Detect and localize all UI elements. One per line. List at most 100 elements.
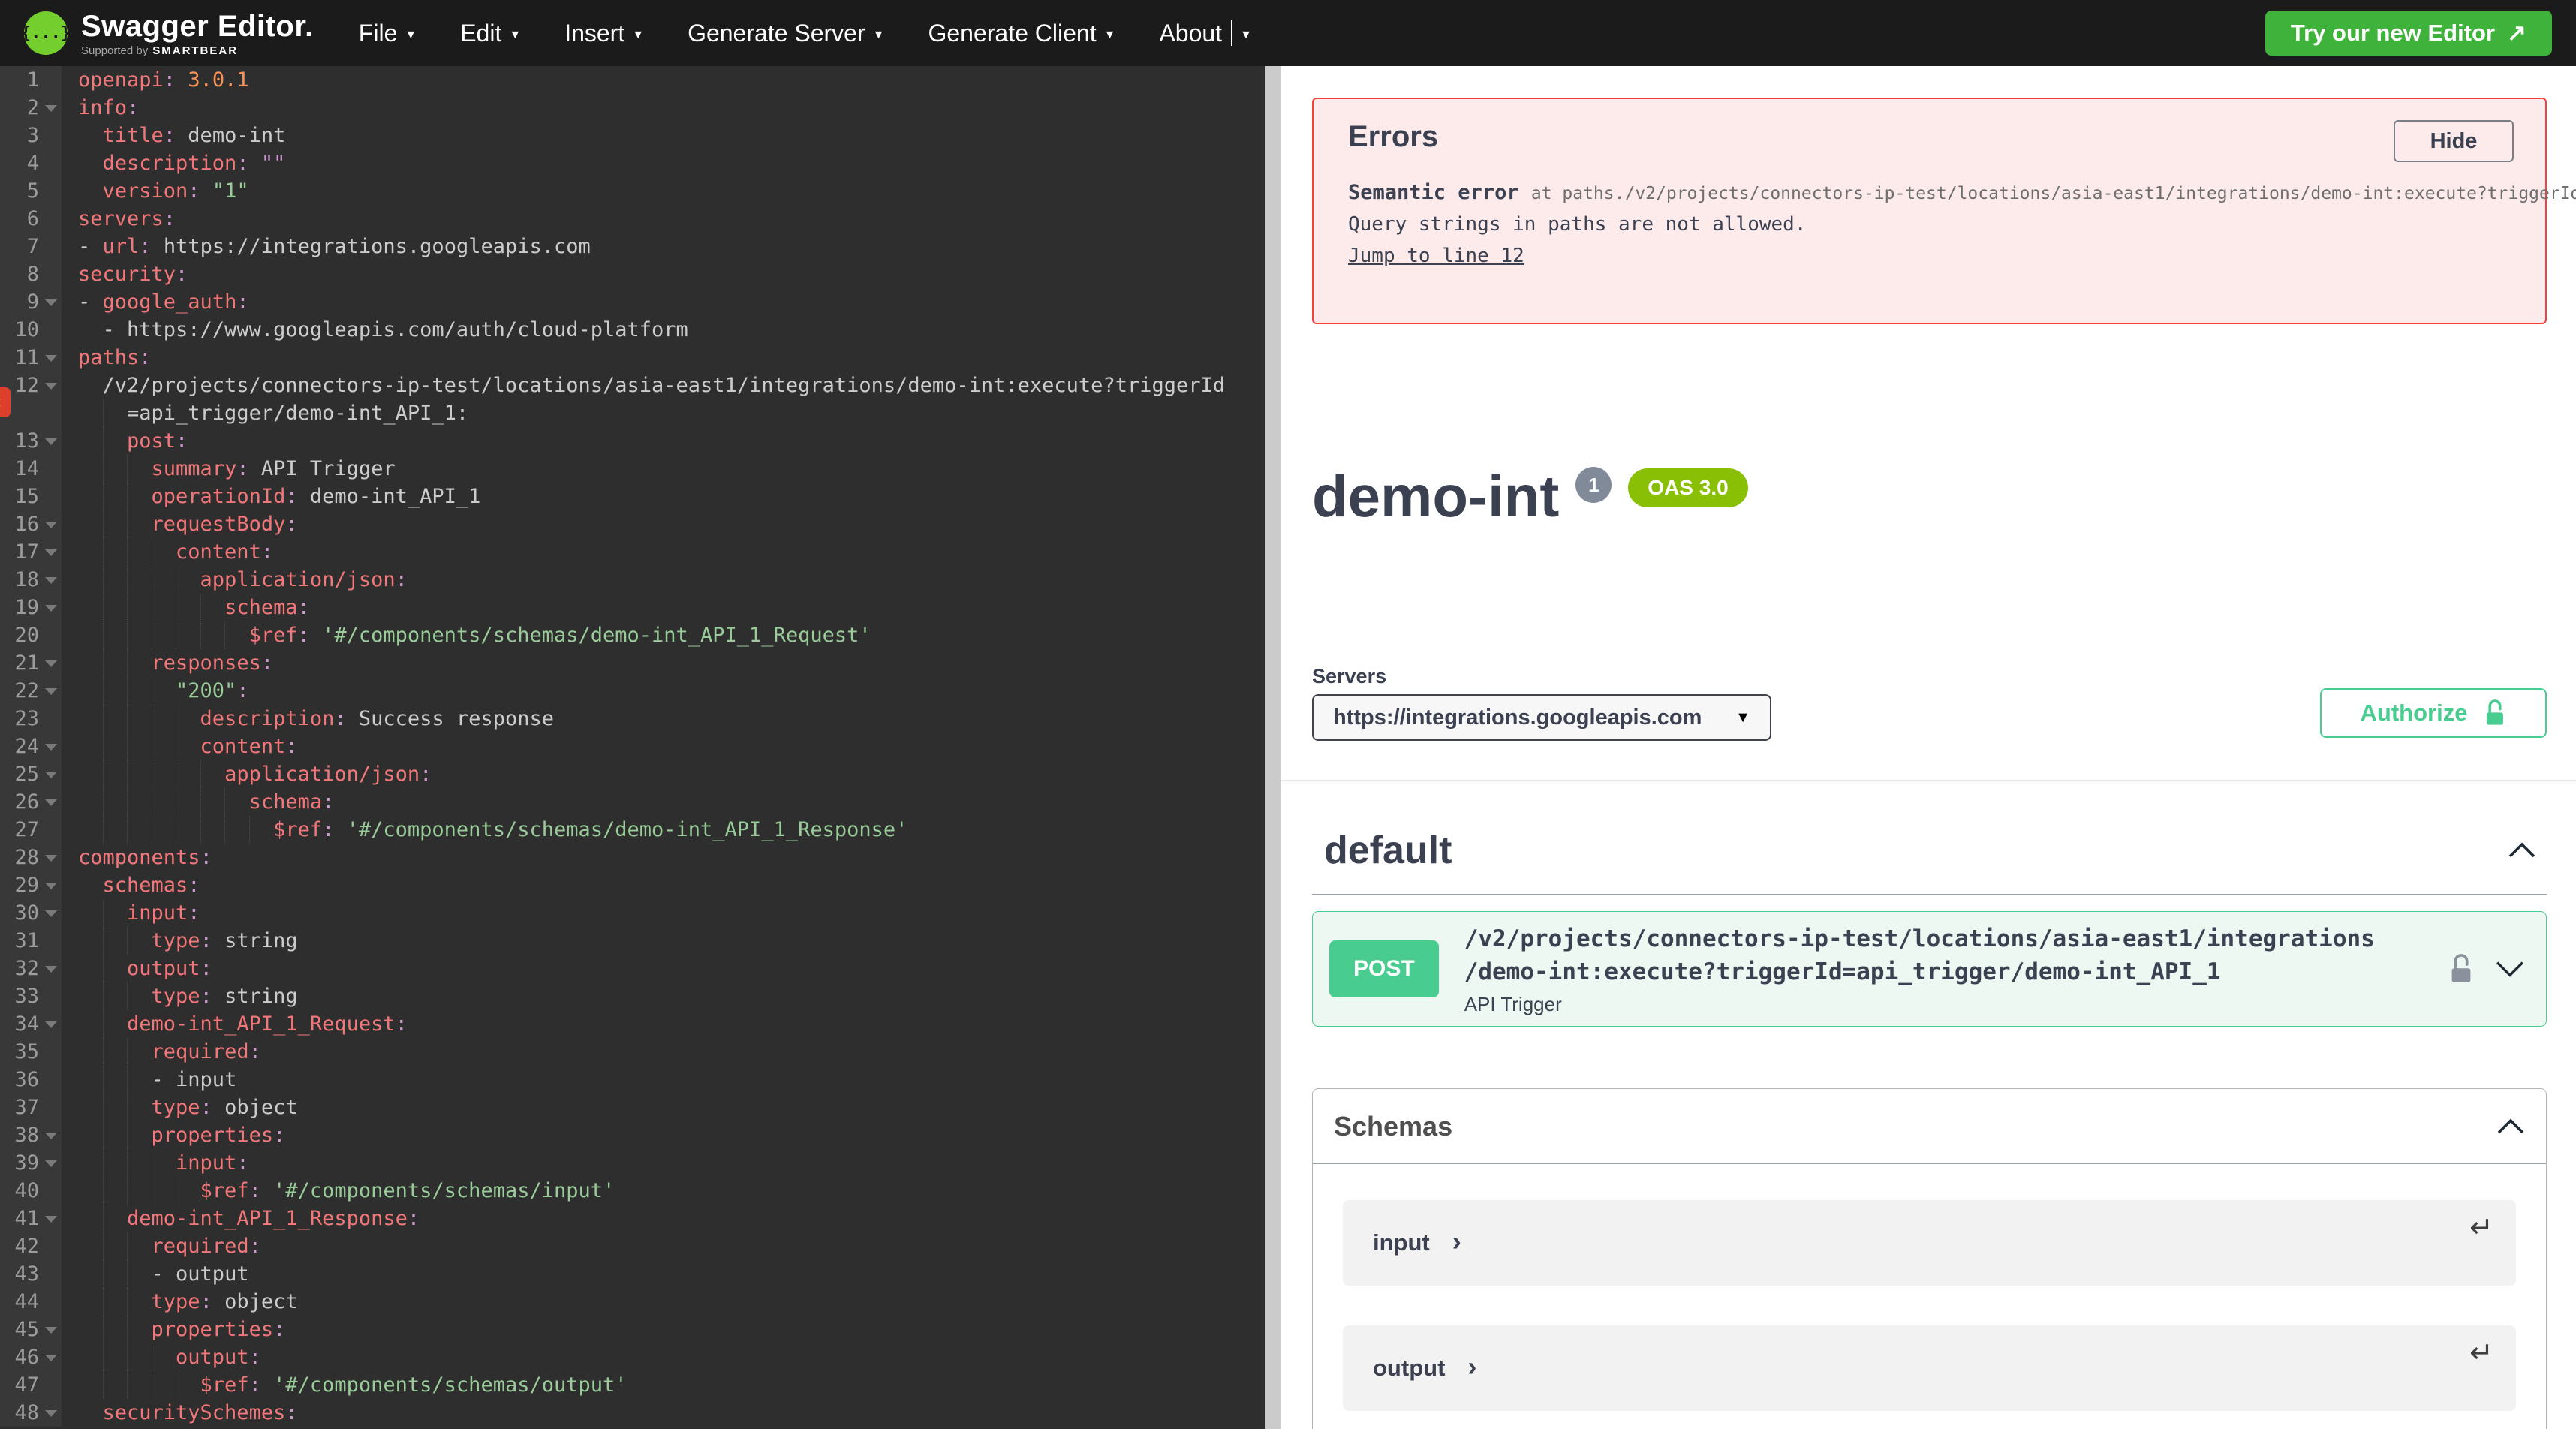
collapse-chevron-up-icon[interactable] <box>2496 1118 2525 1135</box>
code-line[interactable]: - input <box>62 1066 1265 1094</box>
code-line[interactable]: application/json: <box>62 566 1265 594</box>
code-line[interactable]: description: "" <box>62 149 1265 177</box>
code-line[interactable]: paths: <box>62 344 1265 372</box>
expand-chevron-down-icon[interactable] <box>2495 960 2525 978</box>
code-line[interactable]: $ref: '#/components/schemas/output' <box>62 1371 1265 1399</box>
code-line[interactable]: type: object <box>62 1094 1265 1121</box>
fold-caret-icon[interactable] <box>45 1021 57 1028</box>
fold-caret-icon[interactable] <box>45 1133 57 1139</box>
code-line[interactable]: =api_trigger/demo-int_API_1: <box>62 399 1265 427</box>
code-line[interactable]: schema: <box>62 788 1265 816</box>
fold-caret-icon[interactable] <box>45 855 57 862</box>
code-line[interactable]: input: <box>62 1149 1265 1177</box>
code-line[interactable]: type: object <box>62 1288 1265 1316</box>
fold-caret-icon[interactable] <box>45 688 57 695</box>
fold-caret-icon[interactable] <box>45 605 57 612</box>
code-line[interactable]: content: <box>62 733 1265 760</box>
code-line[interactable]: required: <box>62 1038 1265 1066</box>
try-new-editor-button[interactable]: Try our new Editor ↗ <box>2265 11 2552 56</box>
fold-caret-icon[interactable] <box>45 383 57 390</box>
fold-caret-icon[interactable] <box>45 744 57 751</box>
code-line[interactable]: operationId: demo-int_API_1 <box>62 483 1265 510</box>
code-line[interactable]: schema: <box>62 594 1265 621</box>
editor-line: 20 $ref: '#/components/schemas/demo-int_A… <box>0 621 1265 649</box>
fold-caret-icon[interactable] <box>45 772 57 778</box>
return-icon[interactable]: ↵ <box>2469 1336 2493 1370</box>
post-operation-row[interactable]: POST /v2/projects/connectors-ip-test/loc… <box>1312 911 2547 1027</box>
code-line[interactable]: input: <box>62 899 1265 927</box>
schema-row-output[interactable]: output › ↵ <box>1343 1325 2516 1411</box>
code-line[interactable]: - google_auth: <box>62 288 1265 316</box>
code-line[interactable]: content: <box>62 538 1265 566</box>
menu-file[interactable]: File ▼ <box>359 20 417 47</box>
fold-caret-icon[interactable] <box>45 355 57 362</box>
return-icon[interactable]: ↵ <box>2469 1211 2493 1244</box>
code-line[interactable]: summary: API Trigger <box>62 455 1265 483</box>
code-line[interactable]: securitySchemes: <box>62 1399 1265 1427</box>
menu-insert[interactable]: Insert ▼ <box>564 20 644 47</box>
code-line[interactable]: version: "1" <box>62 177 1265 205</box>
code-line[interactable]: openapi: 3.0.1 <box>62 66 1265 94</box>
menu-generate-server[interactable]: Generate Server ▼ <box>688 20 884 47</box>
fold-caret-icon[interactable] <box>45 577 57 584</box>
code-line[interactable]: "200": <box>62 677 1265 705</box>
yaml-code-editor[interactable]: 1 openapi: 3.0.1 2 info: 3 title: demo-int 4 de… <box>0 66 1265 1429</box>
code-line[interactable]: components: <box>62 844 1265 871</box>
code-line[interactable]: description: Success response <box>62 705 1265 733</box>
code-line[interactable]: required: <box>62 1232 1265 1260</box>
fold-caret-icon[interactable] <box>45 1410 57 1417</box>
fold-caret-icon[interactable] <box>45 1355 57 1361</box>
fold-caret-icon[interactable] <box>45 910 57 917</box>
code-line[interactable]: $ref: '#/components/schemas/demo-int_API… <box>62 621 1265 649</box>
collapse-chevron-up-icon[interactable] <box>2508 842 2536 859</box>
code-line[interactable]: info: <box>62 94 1265 122</box>
fold-caret-icon[interactable] <box>45 1160 57 1167</box>
editor-line: 27 $ref: '#/components/schemas/demo-int_A… <box>0 816 1265 844</box>
lock-unlocked-icon[interactable] <box>2448 953 2474 985</box>
code-line[interactable]: title: demo-int <box>62 122 1265 149</box>
code-line[interactable]: schemas: <box>62 871 1265 899</box>
schema-row-input[interactable]: input › ↵ <box>1343 1200 2516 1286</box>
code-line[interactable]: output: <box>62 955 1265 982</box>
code-line[interactable]: $ref: '#/components/schemas/input' <box>62 1177 1265 1205</box>
authorize-button[interactable]: Authorize <box>2320 688 2547 738</box>
code-line[interactable]: type: string <box>62 982 1265 1010</box>
fold-caret-icon[interactable] <box>45 438 57 445</box>
fold-caret-icon[interactable] <box>45 299 57 306</box>
tag-default-header[interactable]: default <box>1312 781 2547 895</box>
code-line[interactable]: - https://www.googleapis.com/auth/cloud-… <box>62 316 1265 344</box>
fold-caret-icon[interactable] <box>45 660 57 667</box>
schemas-header[interactable]: Schemas <box>1313 1089 2546 1164</box>
jump-to-line-link[interactable]: Jump to line 12 <box>1348 245 1524 267</box>
code-line[interactable]: requestBody: <box>62 510 1265 538</box>
hide-errors-button[interactable]: Hide <box>2394 120 2514 162</box>
code-line[interactable]: application/json: <box>62 760 1265 788</box>
code-line[interactable]: responses: <box>62 649 1265 677</box>
code-line[interactable]: properties: <box>62 1121 1265 1149</box>
fold-caret-icon[interactable] <box>45 799 57 806</box>
code-line[interactable]: - output <box>62 1260 1265 1288</box>
fold-caret-icon[interactable] <box>45 105 57 112</box>
fold-caret-icon[interactable] <box>45 549 57 556</box>
code-line[interactable]: $ref: '#/components/schemas/demo-int_API… <box>62 816 1265 844</box>
code-line[interactable]: type: string <box>62 927 1265 955</box>
code-line[interactable]: output: <box>62 1343 1265 1371</box>
code-line[interactable]: post: <box>62 427 1265 455</box>
fold-caret-icon[interactable] <box>45 1216 57 1223</box>
code-line[interactable]: demo-int_API_1_Response: <box>62 1205 1265 1232</box>
code-line[interactable]: - url: https://integrations.googleapis.c… <box>62 233 1265 260</box>
code-line[interactable]: security: <box>62 260 1265 288</box>
code-line[interactable]: /v2/projects/connectors-ip-test/location… <box>62 372 1265 399</box>
menu-about[interactable]: About ▼ <box>1159 20 1251 47</box>
menu-generate-client[interactable]: Generate Client ▼ <box>928 20 1115 47</box>
code-line[interactable]: properties: <box>62 1316 1265 1343</box>
server-select[interactable]: https://integrations.googleapis.com ▼ <box>1312 694 1771 741</box>
code-line[interactable]: servers: <box>62 205 1265 233</box>
fold-caret-icon[interactable] <box>45 966 57 973</box>
fold-caret-icon[interactable] <box>45 883 57 889</box>
fold-caret-icon[interactable] <box>45 522 57 528</box>
menu-edit[interactable]: Edit ▼ <box>460 20 521 47</box>
code-line[interactable]: demo-int_API_1_Request: <box>62 1010 1265 1038</box>
fold-caret-icon[interactable] <box>45 1327 57 1334</box>
pane-splitter[interactable] <box>1265 66 1281 1429</box>
